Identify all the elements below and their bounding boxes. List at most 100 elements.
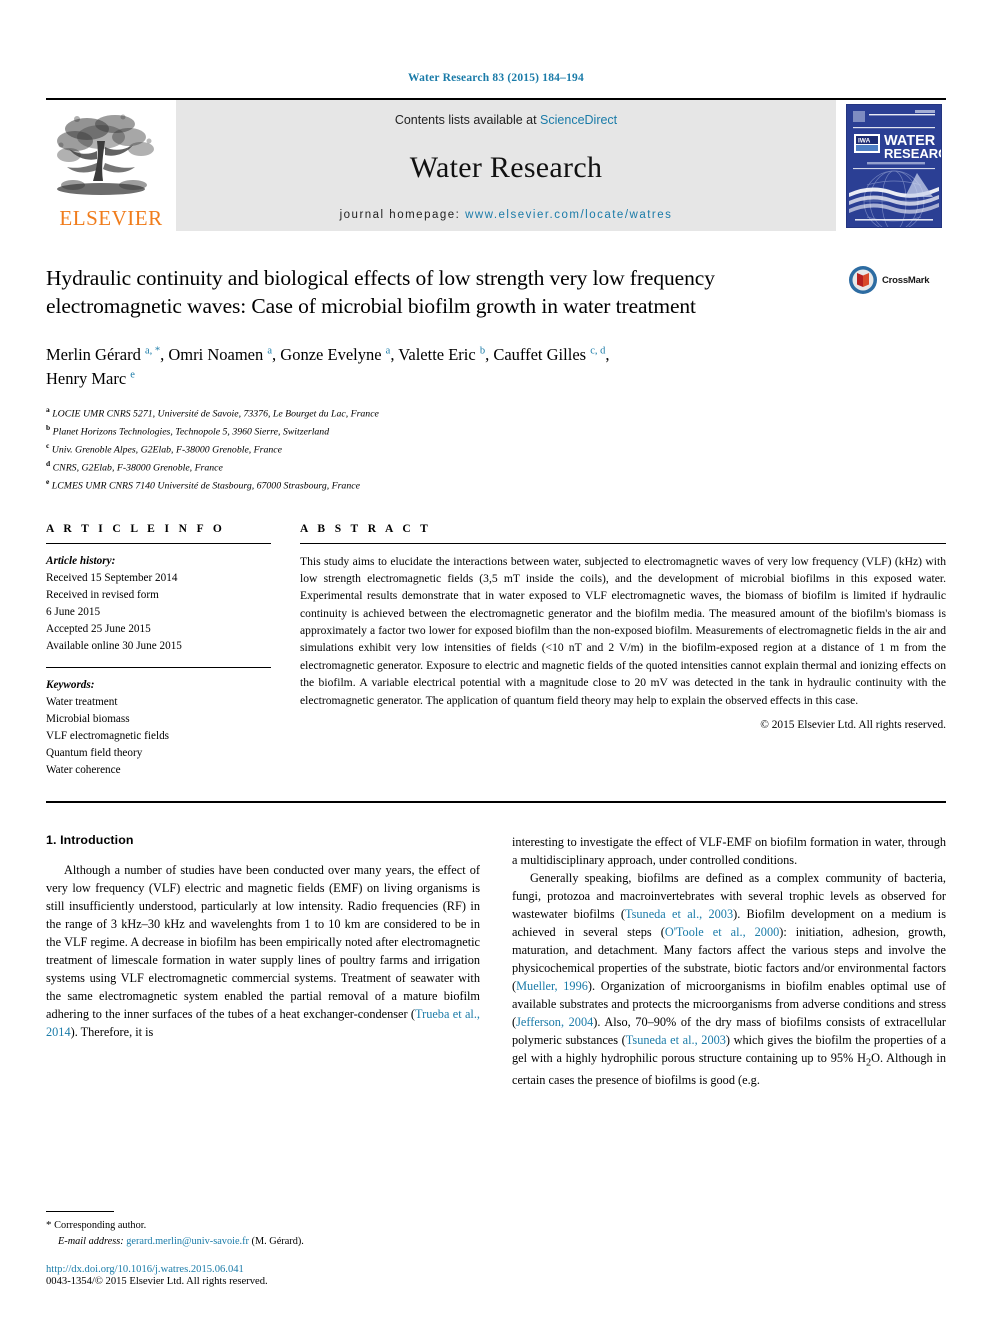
- author-mark: b: [479, 345, 486, 357]
- title-area: Hydraulic continuity and biological effe…: [46, 265, 946, 321]
- email-suffix: (M. Gérard).: [251, 1235, 304, 1247]
- corresponding-author-text: Corresponding author.: [54, 1220, 147, 1232]
- affiliation-list: a LOCIE UMR CNRS 5271, Université de Sav…: [46, 404, 946, 495]
- affiliation-mark: e: [46, 477, 50, 487]
- elsevier-logo: ELSEVIER: [46, 100, 176, 231]
- citation-link[interactable]: O'Toole et al., 2000: [665, 925, 779, 939]
- email-label: E-mail address:: [58, 1235, 124, 1247]
- affiliation-text: LCMES UMR CNRS 7140 Université de Stasbo…: [51, 480, 360, 492]
- doi-link[interactable]: http://dx.doi.org/10.1016/j.watres.2015.…: [46, 1264, 466, 1275]
- issn-copyright-line: 0043-1354/© 2015 Elsevier Ltd. All right…: [46, 1276, 268, 1287]
- history-item: Available online 30 June 2015: [46, 639, 182, 652]
- author-line-1: Merlin Gérard a, *, Omri Noamen a, Gonze…: [46, 344, 610, 364]
- affiliation-item: d CNRS, G2Elab, F-38000 Grenoble, France: [46, 458, 946, 476]
- running-head: Water Research 83 (2015) 184–194: [408, 72, 584, 84]
- body-paragraph: Although a number of studies have been c…: [46, 861, 480, 1042]
- body-column-right: interesting to investigate the effect of…: [512, 833, 946, 1089]
- author-mark: c, d: [590, 345, 606, 357]
- homepage-prefix: journal homepage:: [339, 209, 466, 221]
- citation-link[interactable]: Tsuneda et al., 2003: [625, 907, 733, 921]
- divider: [300, 542, 946, 544]
- affiliation-item: b Planet Horizons Technologies, Technopo…: [46, 422, 946, 440]
- affiliation-text: CNRS, G2Elab, F-38000 Grenoble, France: [52, 462, 223, 474]
- affiliation-mark: a: [46, 404, 50, 414]
- divider: [46, 666, 271, 668]
- journal-band: Contents lists available at ScienceDirec…: [176, 100, 836, 231]
- keywords-block: Keywords: Water treatment Microbial biom…: [46, 677, 271, 779]
- divider: [46, 542, 271, 544]
- contents-prefix: Contents lists available at: [394, 113, 541, 127]
- keywords-label: Keywords:: [46, 678, 95, 691]
- affiliation-text: Planet Horizons Technologies, Technopole…: [52, 426, 330, 438]
- affiliation-item: a LOCIE UMR CNRS 5271, Université de Sav…: [46, 404, 946, 422]
- body-column-left: 1. Introduction Although a number of stu…: [46, 833, 480, 1089]
- affiliation-item: c Univ. Grenoble Alpes, G2Elab, F-38000 …: [46, 440, 946, 458]
- sciencedirect-link[interactable]: ScienceDirect: [540, 113, 617, 127]
- doi-block: http://dx.doi.org/10.1016/j.watres.2015.…: [46, 1264, 466, 1287]
- abstract-heading: A B S T R A C T: [300, 522, 432, 535]
- citation-link[interactable]: Tsuneda et al., 2003: [626, 1033, 726, 1047]
- history-item: 6 June 2015: [46, 605, 101, 618]
- affiliation-text: Univ. Grenoble Alpes, G2Elab, F-38000 Gr…: [51, 444, 282, 456]
- abstract-text: This study aims to elucidate the interac…: [300, 554, 946, 707]
- affiliation-mark: d: [46, 459, 51, 469]
- author-mark: a: [385, 345, 391, 357]
- keyword-item: VLF electromagnetic fields: [46, 729, 170, 742]
- history-item: Received in revised form: [46, 588, 159, 601]
- author-mark: a, *: [144, 345, 161, 357]
- history-item: Accepted 25 June 2015: [46, 622, 151, 635]
- keyword-item: Water coherence: [46, 763, 121, 776]
- article-info-column: A R T I C L E I N F O Article history: R…: [46, 523, 271, 779]
- history-item: Received 15 September 2014: [46, 571, 178, 584]
- journal-homepage-line: journal homepage: www.elsevier.com/locat…: [340, 209, 673, 221]
- author-list: Merlin Gérard a, *, Omri Noamen a, Gonze…: [46, 343, 846, 391]
- section-heading-introduction: 1. Introduction: [46, 832, 134, 847]
- email-link[interactable]: gerard.merlin@univ-savoie.fr: [126, 1236, 249, 1247]
- paragraph-text: Although a number of studies have been c…: [46, 862, 480, 1022]
- divider-heavy: [46, 800, 946, 803]
- journal-cover-thumbnail[interactable]: IWA WATER RESEARCH: [842, 100, 946, 231]
- journal-cover-image: IWA WATER RESEARCH: [846, 103, 942, 228]
- author-mark: a: [267, 345, 273, 357]
- article-history: Article history: Received 15 September 2…: [46, 553, 271, 655]
- article-info-heading: A R T I C L E I N F O: [46, 522, 226, 535]
- contents-available-line: Contents lists available at ScienceDirec…: [395, 113, 617, 127]
- affiliation-mark: b: [46, 422, 51, 432]
- affiliation-item: e LCMES UMR CNRS 7140 Université de Stas…: [46, 476, 946, 494]
- svg-text:RESEARCH: RESEARCH: [884, 146, 941, 161]
- email-note: E-mail address: gerard.merlin@univ-savoi…: [46, 1234, 466, 1249]
- corresponding-author-note: * Corresponding author.: [46, 1217, 466, 1234]
- crossmark-label: CrossMark: [882, 274, 930, 286]
- affiliation-mark: c: [46, 441, 50, 451]
- paper-page: Water Research 83 (2015) 184–194 ELSEVIE…: [0, 0, 992, 1323]
- journal-homepage-link[interactable]: www.elsevier.com/locate/watres: [465, 209, 672, 221]
- citation-link[interactable]: Jefferson, 2004: [516, 1015, 593, 1029]
- citation-link[interactable]: Mueller, 1996: [516, 979, 588, 993]
- keyword-item: Water treatment: [46, 695, 118, 708]
- affiliation-text: LOCIE UMR CNRS 5271, Université de Savoi…: [52, 407, 379, 419]
- journal-masthead: ELSEVIER Contents lists available at Sci…: [46, 98, 946, 231]
- crossmark-icon: [849, 266, 877, 294]
- keyword-item: Quantum field theory: [46, 746, 143, 759]
- crossmark-badge[interactable]: CrossMark: [848, 265, 946, 295]
- keyword-item: Microbial biomass: [46, 712, 130, 725]
- body-paragraph: interesting to investigate the effect of…: [512, 834, 946, 867]
- abstract-column: A B S T R A C T This study aims to eluci…: [271, 523, 946, 779]
- body-paragraph: Generally speaking, biofilms are defined…: [512, 869, 946, 1089]
- paragraph-text-tail: ). Therefore, it is: [70, 1025, 154, 1040]
- elsevier-wordmark: ELSEVIER: [59, 206, 163, 230]
- article-history-label: Article history:: [46, 554, 116, 567]
- footnote-block: * Corresponding author. E-mail address: …: [46, 1211, 466, 1287]
- elsevier-tree-icon: [57, 114, 154, 195]
- journal-title: Water Research: [409, 151, 603, 184]
- paper-title: Hydraulic continuity and biological effe…: [46, 266, 715, 318]
- abstract-copyright: © 2015 Elsevier Ltd. All rights reserved…: [760, 719, 946, 732]
- body-columns: 1. Introduction Although a number of stu…: [46, 833, 946, 1089]
- svg-text:IWA: IWA: [858, 137, 871, 144]
- footnote-divider: [46, 1211, 114, 1213]
- author-line-2: Henry Marc e: [46, 368, 135, 388]
- author-mark: e: [130, 369, 135, 381]
- info-abstract-block: A R T I C L E I N F O Article history: R…: [46, 523, 946, 779]
- journal-cover-graphic: IWA WATER RESEARCH: [847, 104, 941, 227]
- asterisk-icon: *: [46, 1219, 52, 1232]
